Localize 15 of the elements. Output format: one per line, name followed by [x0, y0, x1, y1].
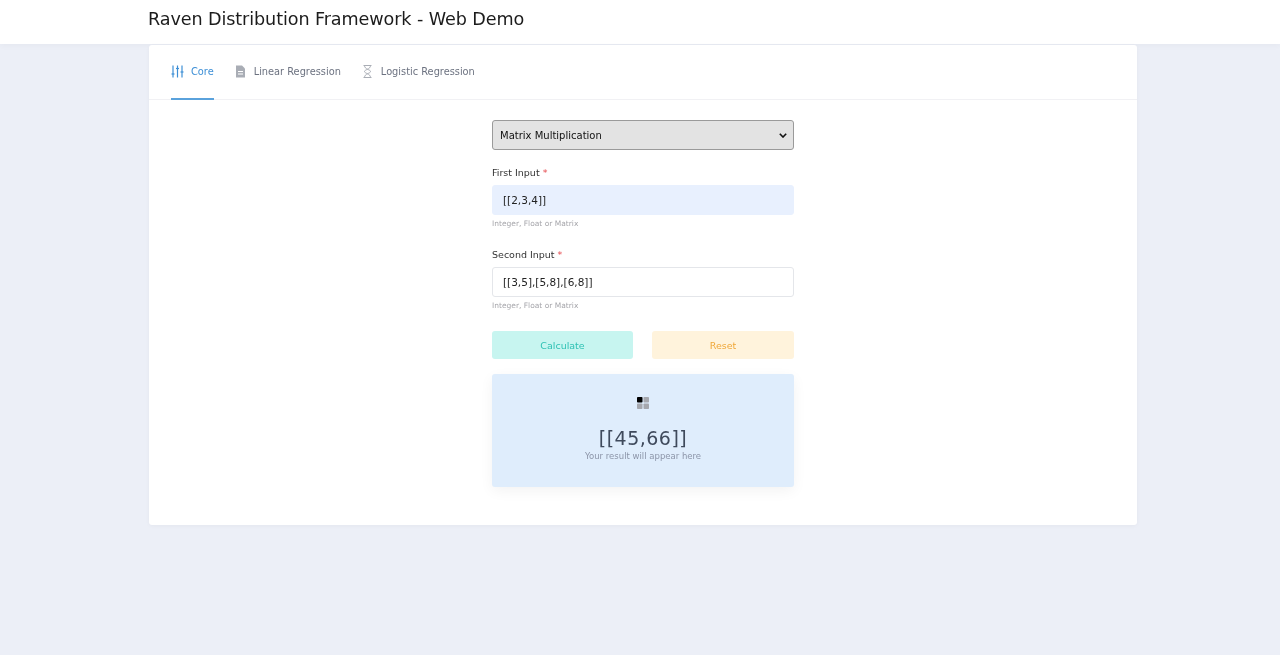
app-title: Raven Distribution Framework - Web Demo [148, 9, 525, 31]
document-icon [233, 65, 247, 78]
field-label: First Input * [492, 166, 549, 179]
field-label: Second Input * [492, 248, 564, 261]
input-field[interactable]: [[2,3,4]] [492, 185, 794, 215]
sliders-icon [171, 65, 184, 78]
result-value: [[45,66]] [598, 427, 688, 449]
chevron-down-icon [779, 132, 787, 138]
tab[interactable]: Linear Regression [233, 45, 341, 100]
tab[interactable]: Logistic Regression [360, 45, 475, 100]
grid-icon [637, 397, 649, 409]
result-caption: Your result will appear here [584, 451, 702, 461]
input-field[interactable]: [[3,5],[5,8],[6,8]] [492, 267, 794, 297]
operation-dropdown[interactable]: Matrix Multiplication [492, 120, 794, 150]
tab[interactable]: Core [171, 45, 214, 100]
